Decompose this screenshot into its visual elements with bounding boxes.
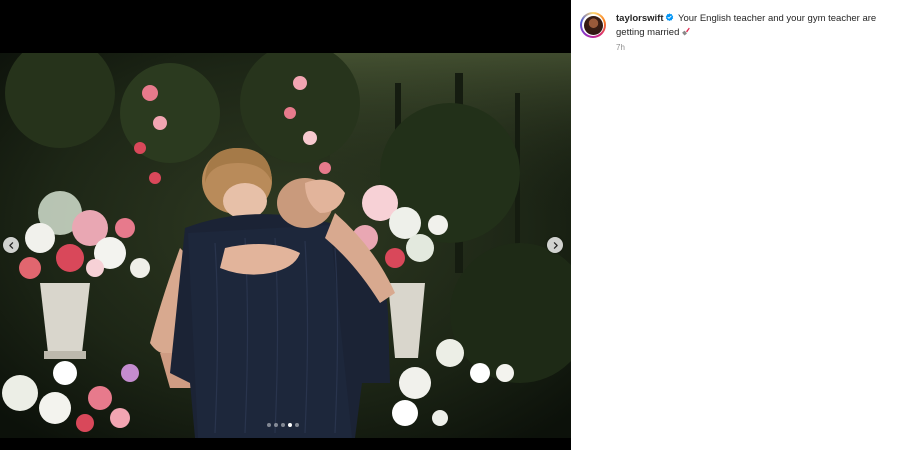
carousel-dot — [274, 423, 278, 427]
carousel-dot — [288, 423, 292, 427]
verified-badge-icon — [665, 13, 673, 22]
avatar[interactable] — [583, 15, 603, 35]
post-timestamp[interactable]: 7h — [616, 43, 625, 52]
previous-image-button[interactable] — [3, 237, 19, 253]
carousel-indicator — [267, 423, 299, 427]
post-photo — [0, 53, 571, 438]
chevron-left-icon — [8, 241, 13, 249]
carousel-dot — [295, 423, 299, 427]
carousel-dot — [267, 423, 271, 427]
post-caption: taylorswift Your English teacher and you… — [616, 12, 886, 40]
lipstick-emoji-icon — [682, 27, 691, 36]
next-image-button[interactable] — [547, 237, 563, 253]
avatar-story-ring[interactable] — [580, 12, 606, 38]
carousel-dot — [281, 423, 285, 427]
post-media-pane — [0, 0, 571, 450]
chevron-right-icon — [553, 241, 558, 249]
caption-row: taylorswift Your English teacher and you… — [580, 12, 886, 40]
post-details-pane: taylorswift Your English teacher and you… — [571, 0, 900, 450]
username-link[interactable]: taylorswift — [616, 13, 664, 24]
